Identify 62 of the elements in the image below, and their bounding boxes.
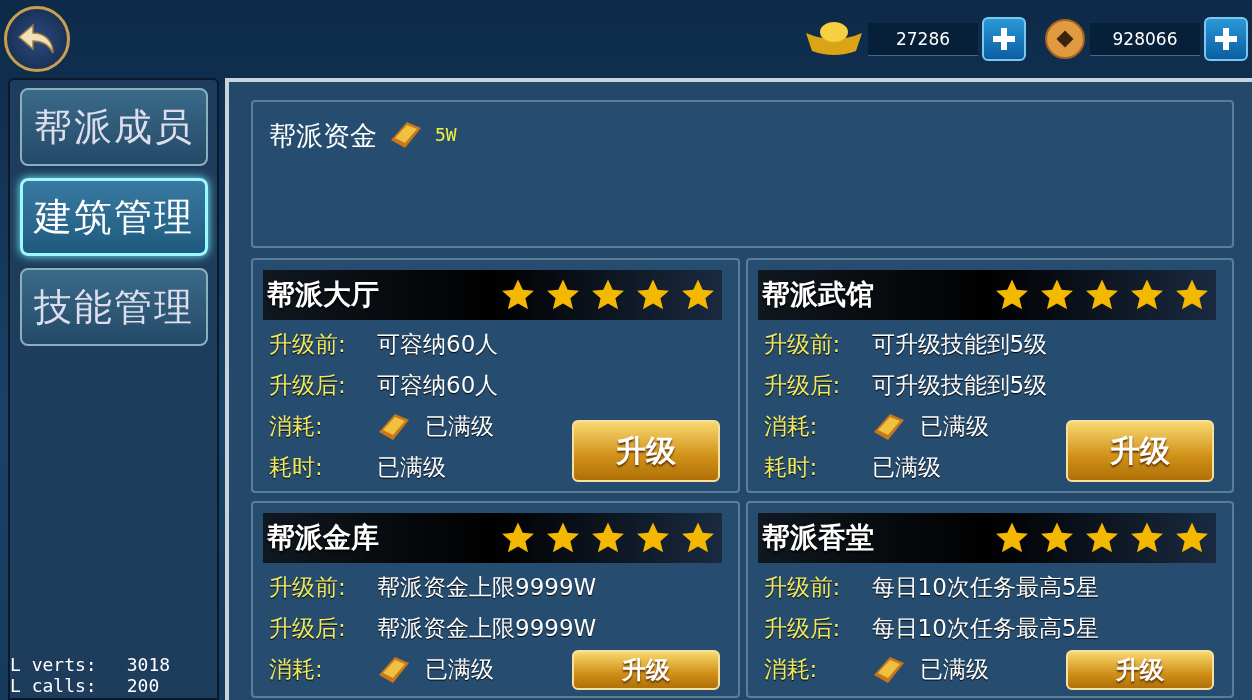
sidebar-tab[interactable]: 帮派成员 (19, 88, 208, 166)
currency-amount: 928066 (1090, 22, 1200, 56)
currency-amount: 27286 (868, 22, 978, 56)
star-icon (994, 521, 1030, 555)
row-value: 可容纳60人 (377, 371, 499, 400)
sidebar-tab[interactable]: 建筑管理 (19, 178, 208, 256)
row-label: 升级后: (763, 614, 842, 643)
debug-value: 3018 (126, 654, 171, 675)
upgrade-button[interactable]: 升级 (1066, 420, 1214, 482)
row-label: 升级前: (269, 330, 347, 359)
row-value: 帮派资金上限9999W (377, 573, 597, 602)
debug-label: L calls: (10, 675, 97, 696)
sidebar-tab[interactable]: 技能管理 (19, 268, 208, 346)
row-label: 升级后: (763, 371, 842, 400)
row-label: 升级前: (763, 573, 842, 602)
row-value: 可升级技能到5级 (871, 330, 1048, 359)
coin-icon (1044, 18, 1086, 60)
plus-icon (991, 26, 1017, 52)
building-name: 帮派香堂 (761, 520, 874, 556)
star-icon (1039, 521, 1075, 555)
star-icon (1084, 521, 1120, 555)
upgrade-button[interactable]: 升级 (571, 420, 720, 482)
debug-value: 200 (126, 675, 160, 696)
row-label: 升级后: (269, 614, 347, 643)
building-name: 帮派金库 (267, 520, 379, 556)
star-icon (994, 278, 1030, 312)
add-currency-button[interactable] (1204, 17, 1248, 61)
row-label: 升级前: (269, 573, 347, 602)
fund-amount: 5W (435, 124, 457, 145)
row-label: 消耗: (763, 412, 819, 441)
row-value: 每日10次任务最高5星 (871, 614, 1100, 643)
star-icon (1039, 278, 1075, 312)
upgrade-button[interactable]: 升级 (571, 650, 720, 690)
upgrade-button[interactable]: 升级 (1066, 650, 1214, 690)
row-label: 消耗: (269, 412, 324, 441)
building-name: 帮派大厅 (267, 277, 379, 313)
row-label: 升级前: (763, 330, 842, 359)
row-value: 帮派资金上限9999W (377, 614, 597, 643)
row-value: 已满级 (425, 412, 494, 441)
debug-label: L verts: (10, 654, 97, 675)
star-icon (1129, 278, 1165, 312)
row-value: 已满级 (871, 453, 941, 482)
star-icon (1129, 521, 1165, 555)
star-icon (1084, 278, 1120, 312)
row-value: 已满级 (919, 655, 989, 684)
row-value: 每日10次任务最高5星 (871, 573, 1100, 602)
row-value: 可升级技能到5级 (871, 371, 1048, 400)
row-label: 消耗: (269, 655, 324, 684)
row-label: 消耗: (763, 655, 819, 684)
star-icon (1174, 521, 1210, 555)
row-label: 耗时: (763, 453, 819, 482)
add-currency-button[interactable] (982, 17, 1026, 61)
star-icon (1174, 278, 1210, 312)
row-value: 已满级 (919, 412, 989, 441)
row-label: 耗时: (269, 453, 324, 482)
row-label: 升级后: (269, 371, 347, 400)
row-value: 已满级 (377, 453, 446, 482)
fund-label: 帮派资金 (269, 119, 377, 153)
building-name: 帮派武馆 (761, 277, 874, 313)
row-value: 可容纳60人 (377, 330, 499, 359)
plus-icon (1213, 26, 1239, 52)
row-value: 已满级 (425, 655, 494, 684)
